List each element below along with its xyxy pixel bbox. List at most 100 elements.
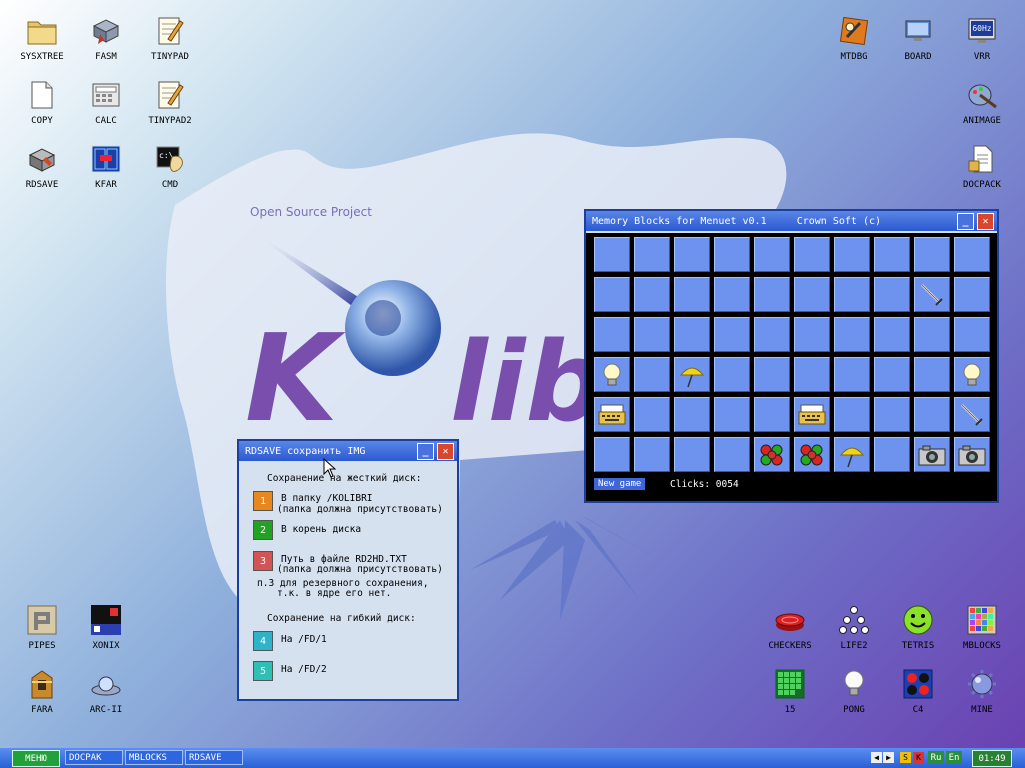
new-game-button[interactable]: New game bbox=[594, 478, 646, 490]
memory-cell[interactable] bbox=[674, 277, 710, 312]
memory-cell[interactable] bbox=[594, 437, 630, 472]
memory-cell[interactable] bbox=[634, 317, 670, 352]
memory-cell[interactable] bbox=[714, 397, 750, 432]
desktop-icon-fasm[interactable]: FASM bbox=[74, 14, 138, 62]
memory-cell[interactable] bbox=[674, 357, 710, 392]
memory-cell[interactable] bbox=[874, 237, 910, 272]
memory-cell[interactable] bbox=[954, 317, 990, 352]
mblocks-titlebar[interactable]: Memory Blocks for Menuet v0.1 Crown Soft… bbox=[586, 211, 997, 231]
desktop-icon-arc-ii[interactable]: ARC-II bbox=[74, 667, 138, 715]
memory-cell[interactable] bbox=[714, 437, 750, 472]
tray-arrow-right-icon[interactable]: ▶ bbox=[883, 752, 894, 763]
memory-cell[interactable] bbox=[874, 357, 910, 392]
option-1-button[interactable]: 1 bbox=[253, 491, 273, 511]
option-2-button[interactable]: 2 bbox=[253, 520, 273, 540]
memory-cell[interactable] bbox=[594, 237, 630, 272]
option-4-button[interactable]: 4 bbox=[253, 631, 273, 651]
memory-cell[interactable] bbox=[834, 437, 870, 472]
desktop-icon-animage[interactable]: ANIMAGE bbox=[950, 78, 1014, 126]
memory-cell[interactable] bbox=[954, 437, 990, 472]
memory-cell[interactable] bbox=[634, 237, 670, 272]
memory-cell[interactable] bbox=[914, 277, 950, 312]
memory-cell[interactable] bbox=[754, 237, 790, 272]
memory-cell[interactable] bbox=[754, 437, 790, 472]
desktop-icon-c4[interactable]: C4 bbox=[886, 667, 950, 715]
desktop-icon-rdsave[interactable]: RDSAVE bbox=[10, 142, 74, 190]
minimize-button[interactable]: _ bbox=[417, 442, 434, 460]
memory-cell[interactable] bbox=[874, 277, 910, 312]
memory-cell[interactable] bbox=[594, 357, 630, 392]
desktop-icon-kfar[interactable]: KFAR bbox=[74, 142, 138, 190]
memory-cell[interactable] bbox=[714, 237, 750, 272]
desktop-icon-copy[interactable]: COPY bbox=[10, 78, 74, 126]
memory-cell[interactable] bbox=[634, 397, 670, 432]
memory-cell[interactable] bbox=[914, 237, 950, 272]
desktop-icon-pong[interactable]: PONG bbox=[822, 667, 886, 715]
memory-cell[interactable] bbox=[954, 237, 990, 272]
desktop-icon-vrr[interactable]: 60Hz VRR bbox=[950, 14, 1014, 62]
desktop-icon-docpack[interactable]: DOCPACK bbox=[950, 142, 1014, 190]
memory-cell[interactable] bbox=[954, 397, 990, 432]
memory-cell[interactable] bbox=[594, 317, 630, 352]
memory-cell[interactable] bbox=[754, 317, 790, 352]
desktop-icon-mine[interactable]: MINE bbox=[950, 667, 1014, 715]
memory-cell[interactable] bbox=[594, 397, 630, 432]
desktop-icon-life2[interactable]: LIFE2 bbox=[822, 603, 886, 651]
memory-cell[interactable] bbox=[714, 317, 750, 352]
minimize-button[interactable]: _ bbox=[957, 212, 974, 230]
memory-cell[interactable] bbox=[874, 317, 910, 352]
memory-cell[interactable] bbox=[794, 357, 830, 392]
memory-cell[interactable] bbox=[714, 277, 750, 312]
memory-cell[interactable] bbox=[794, 397, 830, 432]
desktop-icon-xonix[interactable]: XONIX bbox=[74, 603, 138, 651]
close-button[interactable]: ✕ bbox=[977, 212, 994, 230]
memory-cell[interactable] bbox=[754, 357, 790, 392]
desktop-icon-calc[interactable]: CALC bbox=[74, 78, 138, 126]
desktop-icon-sysxtree[interactable]: SYSXTREE bbox=[10, 14, 74, 62]
memory-cell[interactable] bbox=[674, 397, 710, 432]
desktop-icon-fara[interactable]: FARA bbox=[10, 667, 74, 715]
desktop-icon-board[interactable]: BOARD bbox=[886, 14, 950, 62]
desktop-icon-pipes[interactable]: PIPES bbox=[10, 603, 74, 651]
tray-arrow-left-icon[interactable]: ◀ bbox=[871, 752, 882, 763]
close-button[interactable]: ✕ bbox=[437, 442, 454, 460]
memory-cell[interactable] bbox=[674, 317, 710, 352]
memory-cell[interactable] bbox=[914, 317, 950, 352]
memory-cell[interactable] bbox=[914, 437, 950, 472]
desktop-icon-cmd[interactable]: c:\ CMD bbox=[138, 142, 202, 190]
tray-kbd-icon[interactable]: K bbox=[913, 752, 924, 763]
tray-s-icon[interactable]: S bbox=[900, 752, 911, 763]
memory-cell[interactable] bbox=[954, 277, 990, 312]
memory-cell[interactable] bbox=[834, 237, 870, 272]
taskbar-button-mblocks[interactable]: MBLOCKS bbox=[125, 750, 183, 765]
memory-cell[interactable] bbox=[794, 277, 830, 312]
memory-cell[interactable] bbox=[914, 357, 950, 392]
memory-cell[interactable] bbox=[634, 437, 670, 472]
memory-cell[interactable] bbox=[794, 317, 830, 352]
lang-en-indicator[interactable]: En bbox=[946, 751, 962, 764]
memory-cell[interactable] bbox=[834, 357, 870, 392]
desktop-icon-15[interactable]: 15 bbox=[758, 667, 822, 715]
memory-cell[interactable] bbox=[754, 277, 790, 312]
lang-ru-indicator[interactable]: Ru bbox=[928, 751, 944, 764]
option-3-button[interactable]: 3 bbox=[253, 551, 273, 571]
memory-cell[interactable] bbox=[754, 397, 790, 432]
desktop-icon-mtdbg[interactable]: MTDBG bbox=[822, 14, 886, 62]
memory-cell[interactable] bbox=[714, 357, 750, 392]
desktop-icon-checkers[interactable]: CHECKERS bbox=[758, 603, 822, 651]
memory-cell[interactable] bbox=[634, 357, 670, 392]
memory-cell[interactable] bbox=[874, 437, 910, 472]
option-5-button[interactable]: 5 bbox=[253, 661, 273, 681]
memory-cell[interactable] bbox=[874, 397, 910, 432]
desktop-icon-tinypad[interactable]: TINYPAD bbox=[138, 14, 202, 62]
memory-cell[interactable] bbox=[834, 397, 870, 432]
taskbar-button-docpak[interactable]: DOCPAK bbox=[65, 750, 123, 765]
rdsave-titlebar[interactable]: RDSAVE сохранить IMG _ ✕ bbox=[239, 441, 457, 461]
memory-cell[interactable] bbox=[954, 357, 990, 392]
start-menu-button[interactable]: МЕНЮ bbox=[12, 750, 60, 767]
memory-cell[interactable] bbox=[594, 277, 630, 312]
taskbar-button-rdsave[interactable]: RDSAVE bbox=[185, 750, 243, 765]
memory-cell[interactable] bbox=[794, 237, 830, 272]
memory-cell[interactable] bbox=[914, 397, 950, 432]
memory-cell[interactable] bbox=[834, 317, 870, 352]
